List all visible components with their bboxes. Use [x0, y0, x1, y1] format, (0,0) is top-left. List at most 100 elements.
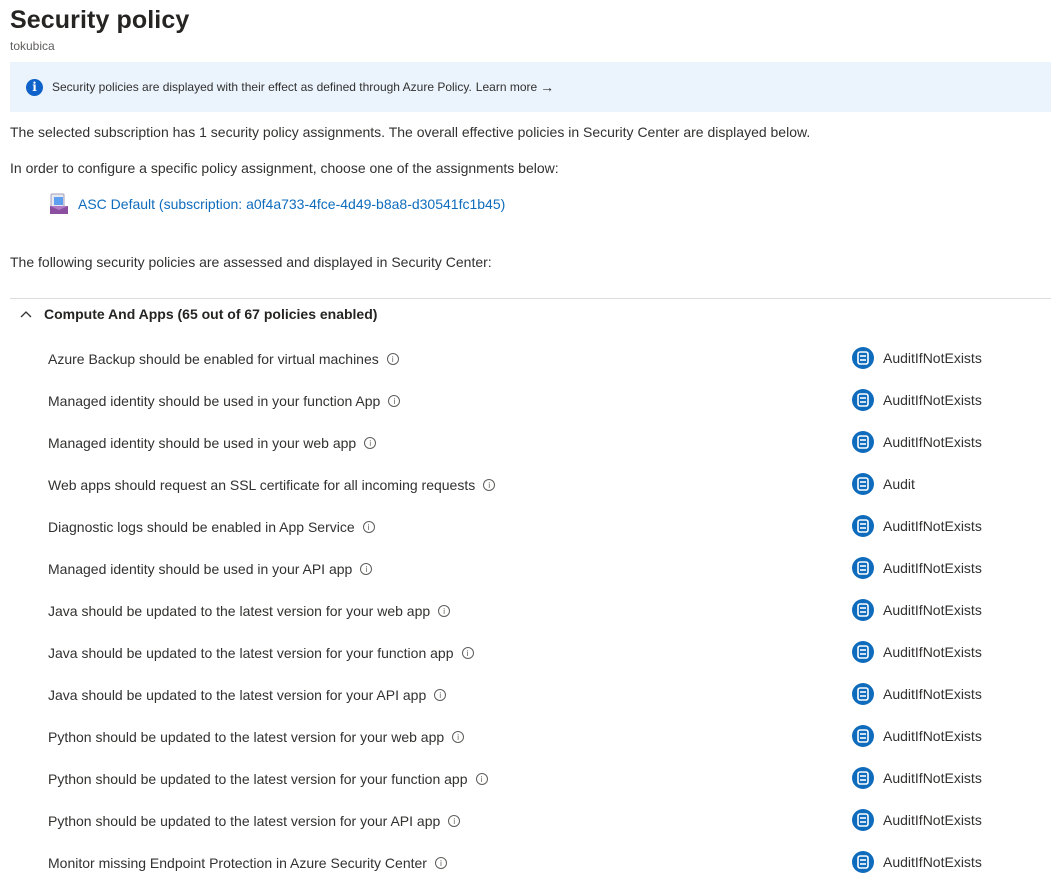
policy-row: Diagnostic logs should be enabled in App… — [0, 507, 1051, 549]
policy-effect: AuditIfNotExists — [852, 851, 982, 873]
policy-name: Managed identity should be used in your … — [48, 435, 377, 451]
policy-effect-icon — [852, 641, 874, 663]
arrow-right-icon[interactable]: → — [540, 79, 554, 95]
policy-effect: AuditIfNotExists — [852, 767, 982, 789]
policy-effect-icon — [852, 767, 874, 789]
info-circle-icon[interactable]: i — [388, 395, 401, 407]
policy-effect-label: AuditIfNotExists — [883, 434, 982, 450]
policy-effect: AuditIfNotExists — [852, 557, 982, 579]
policy-name-label: Managed identity should be used in your … — [48, 393, 381, 409]
policy-name-label: Python should be updated to the latest v… — [48, 813, 441, 829]
policy-effect: AuditIfNotExists — [852, 515, 982, 537]
policy-effect-icon — [852, 809, 874, 831]
section-header-compute-and-apps[interactable]: Compute And Apps (65 out of 67 policies … — [18, 306, 377, 322]
policy-row: Managed identity should be used in your … — [0, 549, 1051, 591]
policy-row: Java should be updated to the latest ver… — [0, 633, 1051, 675]
policy-name-label: Managed identity should be used in your … — [48, 435, 357, 451]
policy-name-label: Diagnostic logs should be enabled in App… — [48, 519, 355, 535]
summary-text: The selected subscription has 1 security… — [10, 124, 811, 140]
policy-name-label: Managed identity should be used in your … — [48, 561, 353, 577]
learn-more-link[interactable]: Learn more — [476, 80, 537, 94]
policy-name-label: Web apps should request an SSL certifica… — [48, 477, 476, 493]
policy-name-label: Monitor missing Endpoint Protection in A… — [48, 855, 427, 871]
info-circle-icon[interactable]: i — [448, 815, 461, 827]
policy-effect: AuditIfNotExists — [852, 431, 982, 453]
policy-name: Managed identity should be used in your … — [48, 393, 401, 409]
policy-effect: AuditIfNotExists — [852, 683, 982, 705]
section-title: Compute And Apps (65 out of 67 policies … — [44, 306, 378, 322]
info-circle-icon[interactable]: i — [461, 647, 474, 659]
page-subtitle: tokubica — [10, 39, 55, 53]
policy-name: Python should be updated to the latest v… — [48, 813, 461, 829]
divider — [10, 298, 1051, 299]
policy-effect-label: AuditIfNotExists — [883, 350, 982, 366]
policy-name-label: Azure Backup should be enabled for virtu… — [48, 351, 379, 367]
policy-effect-icon — [852, 599, 874, 621]
policy-effect: AuditIfNotExists — [852, 641, 982, 663]
policy-row: Java should be updated to the latest ver… — [0, 675, 1051, 717]
policy-name-label: Python should be updated to the latest v… — [48, 771, 468, 787]
chevron-up-icon[interactable] — [18, 306, 34, 322]
policy-name: Python should be updated to the latest v… — [48, 771, 488, 787]
assignment-link[interactable]: ASC Default (subscription: a0f4a733-4fce… — [48, 193, 505, 215]
policy-name-label: Java should be updated to the latest ver… — [48, 687, 427, 703]
instruction-text: In order to configure a specific policy … — [10, 160, 559, 176]
policy-effect-icon — [852, 347, 874, 369]
info-circle-icon[interactable]: i — [360, 563, 373, 575]
policy-effect: AuditIfNotExists — [852, 389, 982, 411]
policy-name: Web apps should request an SSL certifica… — [48, 477, 496, 493]
policy-effect-label: Audit — [883, 476, 915, 492]
following-text: The following security policies are asse… — [10, 254, 492, 270]
info-icon: i — [26, 78, 43, 96]
policy-effect-label: AuditIfNotExists — [883, 854, 982, 870]
info-circle-icon[interactable]: i — [438, 605, 451, 617]
policy-effect-icon — [852, 473, 874, 495]
policy-name: Managed identity should be used in your … — [48, 561, 373, 577]
page-title: Security policy — [10, 6, 190, 34]
info-circle-icon[interactable]: i — [483, 479, 496, 491]
policy-effect: AuditIfNotExists — [852, 725, 982, 747]
policy-effect: AuditIfNotExists — [852, 347, 982, 369]
policy-row: Monitor missing Endpoint Protection in A… — [0, 843, 1051, 874]
info-circle-icon[interactable]: i — [475, 773, 488, 785]
info-circle-icon[interactable]: i — [434, 857, 447, 869]
policy-effect-label: AuditIfNotExists — [883, 728, 982, 744]
info-circle-icon[interactable]: i — [434, 689, 447, 701]
policy-row: Azure Backup should be enabled for virtu… — [0, 339, 1051, 381]
policy-effect-icon — [852, 515, 874, 537]
policy-effect-label: AuditIfNotExists — [883, 392, 982, 408]
policy-row: Managed identity should be used in your … — [0, 381, 1051, 423]
policy-effect-label: AuditIfNotExists — [883, 770, 982, 786]
assignment-link-label[interactable]: ASC Default (subscription: a0f4a733-4fce… — [78, 196, 505, 212]
info-circle-icon[interactable]: i — [386, 353, 399, 365]
policy-row: Web apps should request an SSL certifica… — [0, 465, 1051, 507]
policy-effect-icon — [852, 851, 874, 873]
info-banner: i Security policies are displayed with t… — [10, 62, 1051, 112]
policy-effect-label: AuditIfNotExists — [883, 518, 982, 534]
policy-name-label: Java should be updated to the latest ver… — [48, 645, 454, 661]
policy-row: Python should be updated to the latest v… — [0, 801, 1051, 843]
policy-effect: Audit — [852, 473, 915, 495]
policy-assignment-icon — [50, 193, 68, 214]
policy-name: Azure Backup should be enabled for virtu… — [48, 351, 399, 367]
policy-name: Java should be updated to the latest ver… — [48, 603, 451, 619]
policy-effect-label: AuditIfNotExists — [883, 686, 982, 702]
policy-name-label: Python should be updated to the latest v… — [48, 729, 445, 745]
info-circle-icon[interactable]: i — [452, 731, 465, 743]
info-circle-icon[interactable]: i — [362, 521, 375, 533]
policy-row: Python should be updated to the latest v… — [0, 717, 1051, 759]
policy-list: Azure Backup should be enabled for virtu… — [0, 339, 1051, 874]
policy-name: Java should be updated to the latest ver… — [48, 645, 474, 661]
policy-effect-label: AuditIfNotExists — [883, 602, 982, 618]
policy-effect-label: AuditIfNotExists — [883, 644, 982, 660]
policy-effect-icon — [852, 725, 874, 747]
info-circle-icon[interactable]: i — [364, 437, 377, 449]
policy-effect-icon — [852, 683, 874, 705]
policy-effect-icon — [852, 389, 874, 411]
policy-name: Java should be updated to the latest ver… — [48, 687, 447, 703]
policy-name: Python should be updated to the latest v… — [48, 729, 465, 745]
policy-name-label: Java should be updated to the latest ver… — [48, 603, 431, 619]
policy-effect: AuditIfNotExists — [852, 599, 982, 621]
policy-effect-icon — [852, 431, 874, 453]
policy-row: Managed identity should be used in your … — [0, 423, 1051, 465]
